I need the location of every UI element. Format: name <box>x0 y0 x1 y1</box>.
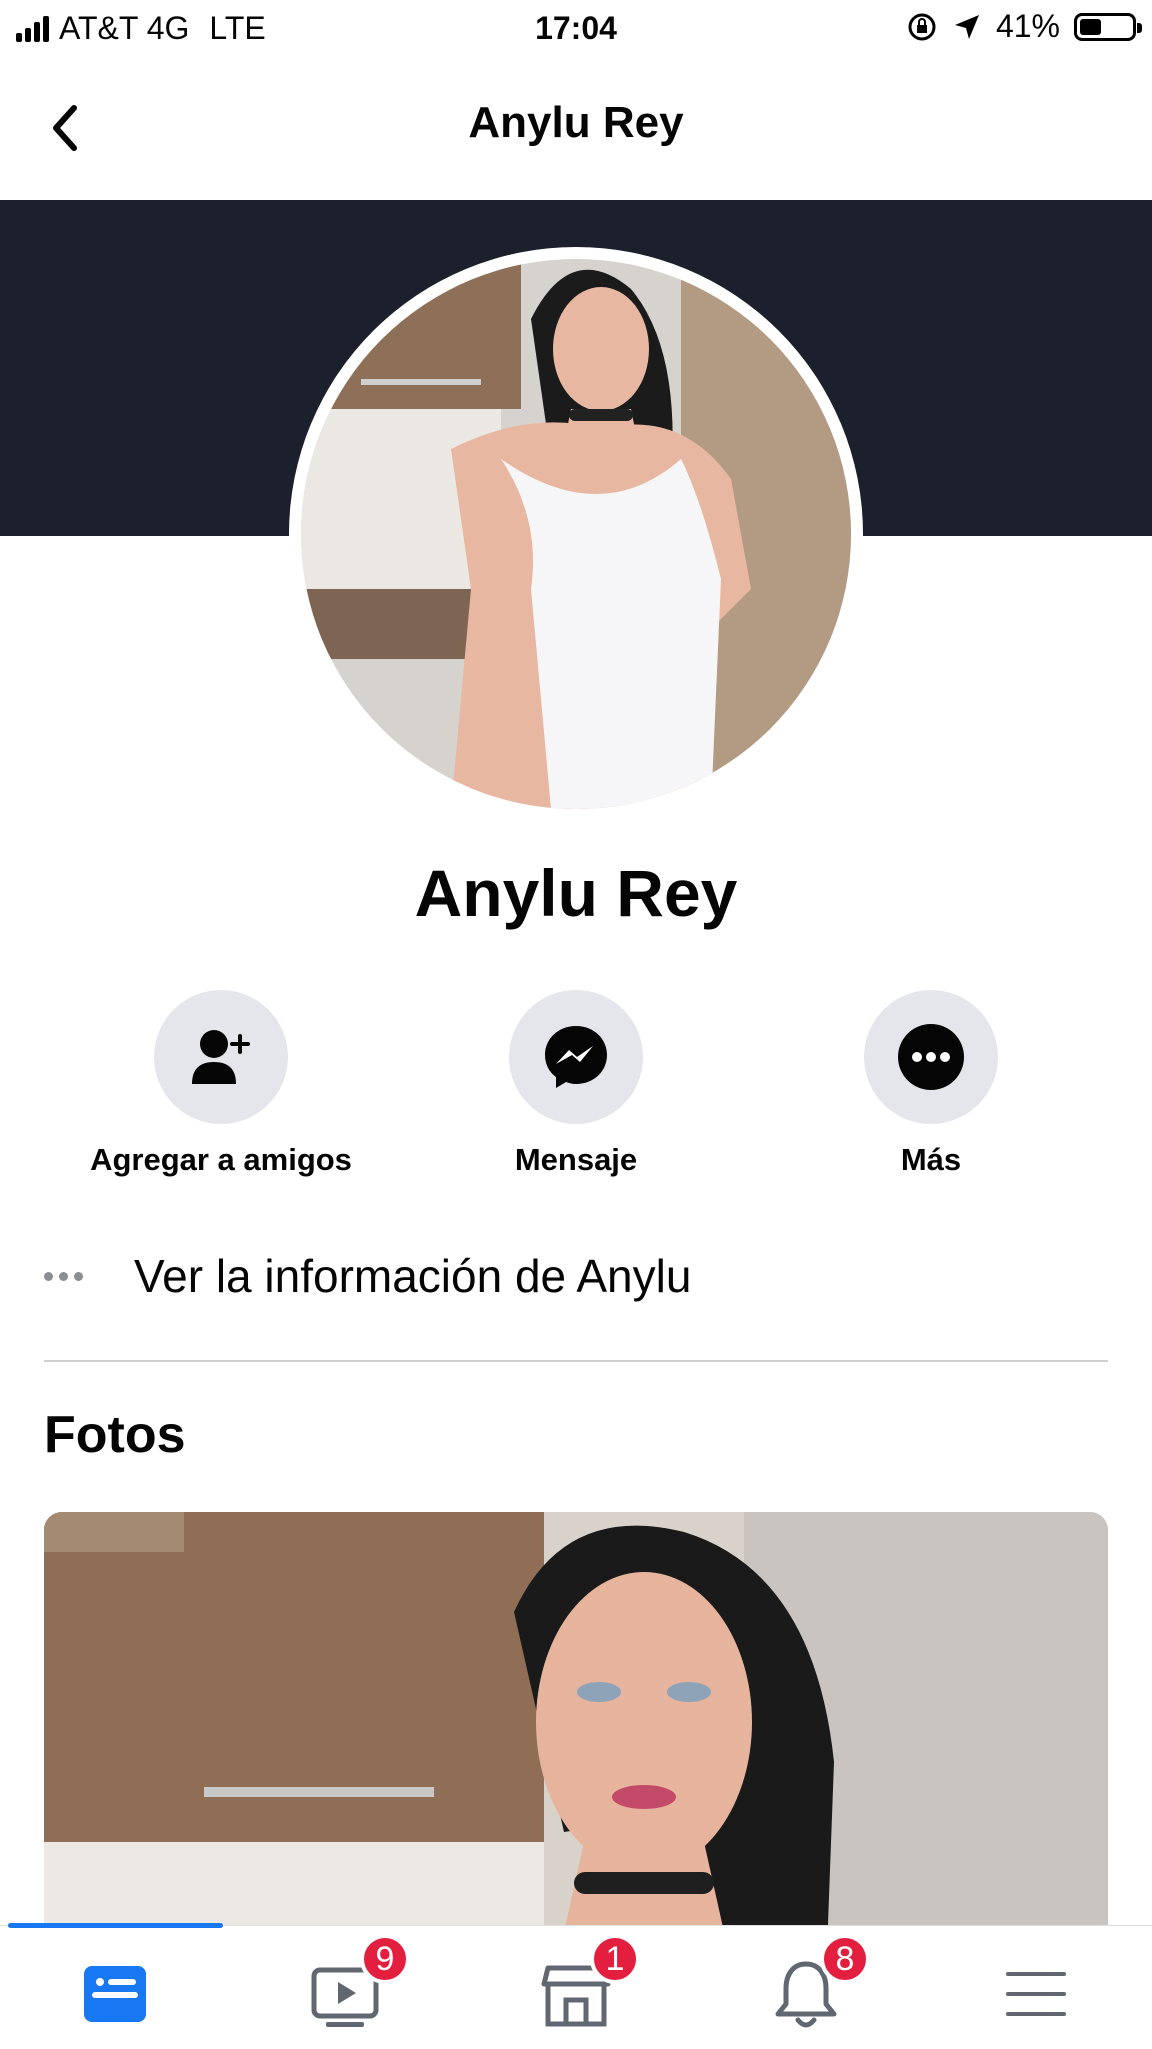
more-button[interactable]: Más <box>751 990 1111 1178</box>
message-button[interactable]: Mensaje <box>396 990 756 1178</box>
battery-percent: 41% <box>995 8 1060 44</box>
battery-icon <box>1074 12 1142 41</box>
photos-section-title: Fotos <box>44 1406 186 1464</box>
active-tab-indicator <box>8 1923 223 1928</box>
notifications-badge: 8 <box>820 1934 870 1984</box>
add-friend-circle[interactable] <box>154 990 288 1124</box>
add-friend-label: Agregar a amigos <box>90 1142 352 1177</box>
message-circle[interactable] <box>509 990 643 1124</box>
more-circle[interactable] <box>864 990 998 1124</box>
tab-home[interactable] <box>78 1956 154 2032</box>
rotation-lock-icon <box>908 13 936 40</box>
profile-picture-image <box>301 259 851 809</box>
more-label: Más <box>900 1142 962 1177</box>
tab-menu[interactable] <box>998 1956 1074 2032</box>
marketplace-badge: 1 <box>590 1934 640 1984</box>
see-info-row[interactable]: Ver la información de Anylu <box>44 1240 1108 1312</box>
battery-level <box>1080 18 1101 35</box>
divider <box>44 1360 1108 1362</box>
tab-marketplace[interactable]: 1 <box>538 1934 640 2032</box>
add-friend-button[interactable]: Agregar a amigos <box>41 990 401 1178</box>
see-info-label: Ver la información de Anylu <box>134 1250 692 1302</box>
messenger-icon <box>545 1026 607 1088</box>
tab-notifications[interactable]: 8 <box>768 1934 870 2032</box>
profile-picture[interactable] <box>289 247 863 821</box>
tab-watch[interactable]: 9 <box>308 1934 410 2032</box>
menu-icon <box>1006 1972 1066 2016</box>
watch-badge: 9 <box>360 1934 410 1984</box>
ellipsis-icon <box>44 1271 92 1281</box>
nav-title: Anylu Rey <box>468 98 684 147</box>
tab-bar: 9 1 8 <box>0 1923 1152 2049</box>
profile-name: Anylu Rey <box>414 856 738 930</box>
status-bar-right: 41% <box>906 8 1142 45</box>
more-icon <box>898 1024 964 1090</box>
location-arrow-icon <box>954 14 979 39</box>
nav-bar: Anylu Rey <box>0 58 1152 200</box>
status-bar: AT&T 4G LTE 17:04 41% <box>0 0 1152 58</box>
news-feed-icon <box>84 1966 146 2022</box>
message-label: Mensaje <box>514 1142 638 1177</box>
add-friend-icon <box>192 1030 250 1084</box>
